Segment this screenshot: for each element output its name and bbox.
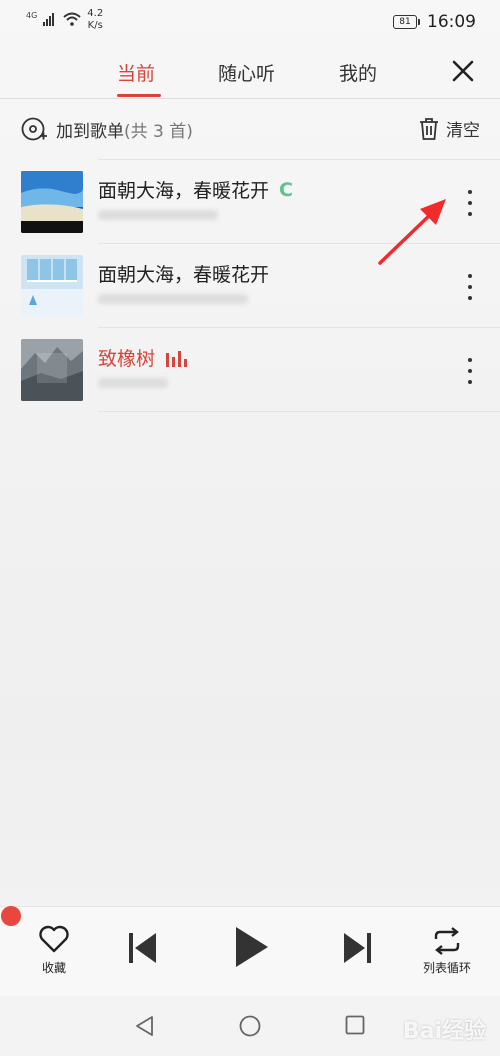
song-cover-image: [21, 255, 83, 317]
song-title-text: 面朝大海，春暖花开: [98, 264, 270, 286]
trash-icon: [420, 117, 438, 140]
network-speed: 4.2 K/s: [87, 8, 103, 32]
song-title: 面朝大海，春暖花开 C: [98, 176, 293, 203]
play-icon[interactable]: [234, 925, 270, 969]
song-row[interactable]: 致橡树: [21, 327, 500, 412]
tab-current[interactable]: 当前: [117, 59, 155, 86]
battery-icon: 81: [393, 15, 420, 29]
tab-active-indicator: [117, 94, 161, 97]
previous-track-icon[interactable]: [128, 931, 158, 965]
add-to-playlist-label: 加到歌单: [56, 121, 124, 142]
status-left: 4G 4.2 K/s: [26, 8, 103, 32]
annotation-arrow-icon: [378, 199, 446, 265]
add-to-playlist-button[interactable]: 加到歌单 (共 3 首): [20, 116, 193, 142]
signal-icon: [43, 13, 55, 26]
repeat-list-icon[interactable]: [430, 927, 464, 955]
song-artist-blurred: [98, 378, 168, 388]
recent-apps-icon[interactable]: [345, 1015, 365, 1035]
status-bar: 4G 4.2 K/s 81 16:09: [0, 0, 500, 42]
close-icon[interactable]: [450, 58, 476, 84]
repeat-mode-label: 列表循环: [422, 961, 471, 975]
speed-value: 4.2: [87, 8, 104, 19]
now-playing-icon: [166, 350, 188, 367]
more-options-button[interactable]: [466, 358, 474, 384]
clear-label: 清空: [446, 121, 480, 141]
favorite-heart-icon[interactable]: [38, 925, 70, 953]
back-icon[interactable]: [134, 1015, 154, 1037]
tab-random-listen[interactable]: 随心听: [218, 59, 275, 86]
song-count: (共 3 首): [124, 121, 193, 142]
progress-handle[interactable]: [1, 906, 21, 926]
song-cover-image: [21, 171, 83, 233]
next-track-icon[interactable]: [342, 931, 372, 965]
player-bar: 收藏 列表循环: [0, 906, 500, 997]
tab-bar: 当前 随心听 我的: [0, 50, 500, 99]
song-title-text: 面朝大海，春暖花开: [98, 180, 270, 202]
add-disc-icon: [21, 117, 47, 141]
playlist-toolbar: 加到歌单 (共 3 首) 清空: [0, 110, 500, 160]
home-icon[interactable]: [239, 1015, 261, 1037]
watermark: Bai经验: [402, 1019, 486, 1044]
favorite-label: 收藏: [41, 961, 66, 975]
song-cover-image: [21, 339, 83, 401]
song-artist-blurred: [98, 294, 248, 304]
clear-button[interactable]: 清空: [418, 116, 480, 141]
more-options-button[interactable]: [466, 274, 474, 300]
status-right: 81 16:09: [393, 12, 476, 32]
clock: 16:09: [427, 12, 476, 32]
tab-mine[interactable]: 我的: [339, 59, 377, 86]
network-type: 4G: [26, 11, 38, 20]
speed-unit: K/s: [87, 20, 103, 31]
song-title-text: 致橡树: [98, 348, 156, 370]
song-title: 致橡树: [98, 344, 191, 371]
battery-level: 81: [399, 17, 411, 27]
more-options-button[interactable]: [466, 190, 474, 216]
wifi-icon: [63, 12, 81, 26]
song-title: 面朝大海，春暖花开: [98, 260, 269, 287]
song-badge: C: [279, 178, 293, 201]
song-artist-blurred: [98, 210, 218, 220]
